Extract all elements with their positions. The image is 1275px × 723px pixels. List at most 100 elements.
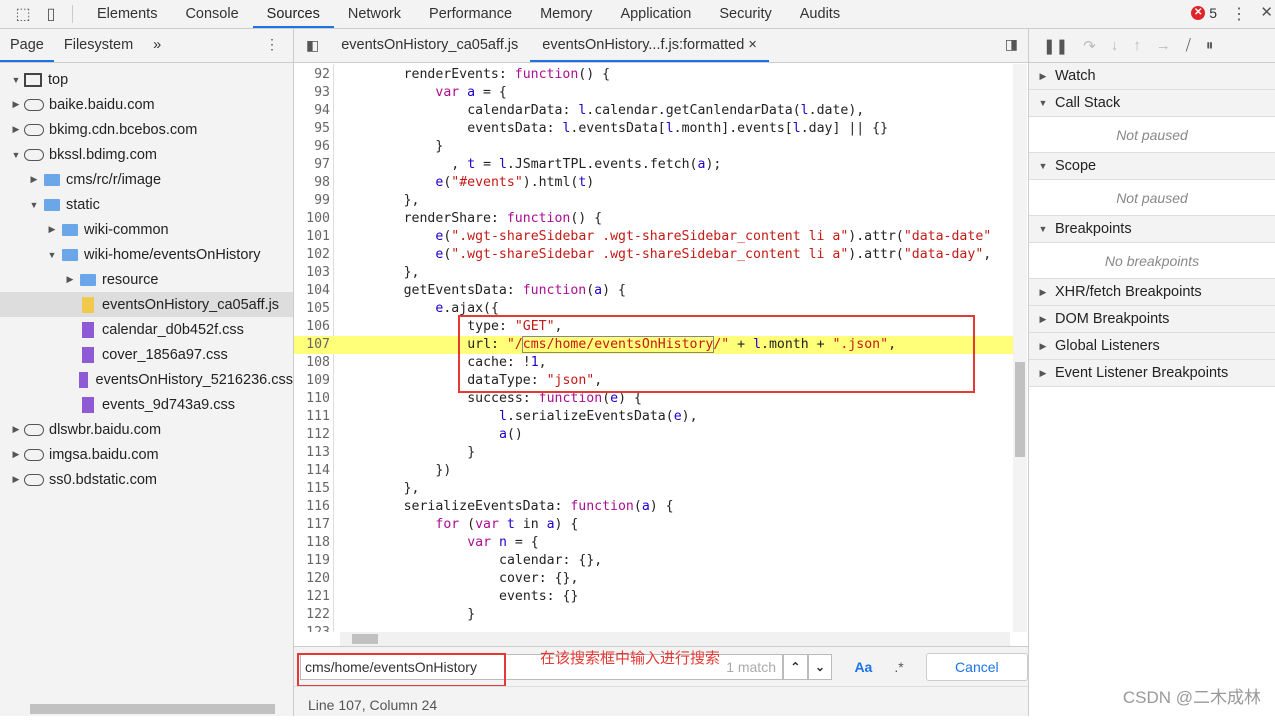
horizontal-scrollbar[interactable] <box>30 704 275 714</box>
line-number[interactable]: 111 <box>294 408 330 426</box>
collapsed-arrow-icon[interactable]: ▶ <box>10 424 22 435</box>
tree-item[interactable]: ▶ cms/rc/r/image <box>0 167 293 192</box>
tab-application[interactable]: Application <box>606 0 705 28</box>
section-global-listeners[interactable]: ▶ Global Listeners <box>1029 333 1275 360</box>
line-number[interactable]: 107 <box>294 336 330 354</box>
line-number[interactable]: 103 <box>294 264 330 282</box>
tree-item[interactable]: calendar_d0b452f.css <box>0 317 293 342</box>
step-into-icon[interactable]: ↓ <box>1111 37 1119 54</box>
tab-page[interactable]: Page <box>0 29 54 62</box>
line-number[interactable]: 123 <box>294 624 330 632</box>
navigator-menu-icon[interactable]: ⋮ <box>265 36 279 53</box>
line-number[interactable]: 105 <box>294 300 330 318</box>
scroll-thumb[interactable] <box>352 634 378 644</box>
line-number[interactable]: 98 <box>294 174 330 192</box>
tree-item[interactable]: ▼ static <box>0 192 293 217</box>
tree-item[interactable]: events_9d743a9.css <box>0 392 293 417</box>
line-number[interactable]: 110 <box>294 390 330 408</box>
next-match-button[interactable]: ⌄ <box>807 653 833 680</box>
close-icon[interactable]: ✕ <box>1260 3 1273 21</box>
tree-item[interactable]: ▶ dlswbr.baidu.com <box>0 417 293 442</box>
line-number[interactable]: 113 <box>294 444 330 462</box>
collapsed-arrow-icon[interactable]: ▶ <box>10 474 22 485</box>
line-number[interactable]: 117 <box>294 516 330 534</box>
line-number[interactable]: 93 <box>294 84 330 102</box>
tab-audits[interactable]: Audits <box>786 0 854 28</box>
line-number[interactable]: 116 <box>294 498 330 516</box>
tab-filesystem[interactable]: Filesystem <box>54 29 143 62</box>
line-number[interactable]: 108 <box>294 354 330 372</box>
line-number[interactable]: 114 <box>294 462 330 480</box>
inspect-element-icon[interactable]: ⬚ <box>12 3 34 25</box>
toggle-debugger-icon[interactable]: ◨ <box>1005 36 1018 53</box>
pause-on-exceptions-icon[interactable]: ⏸ <box>1206 37 1214 54</box>
vertical-scrollbar[interactable] <box>1013 64 1027 632</box>
close-tab-icon[interactable]: × <box>748 37 756 53</box>
section-dom-breakpoints[interactable]: ▶ DOM Breakpoints <box>1029 306 1275 333</box>
line-number[interactable]: 95 <box>294 120 330 138</box>
line-number[interactable]: 109 <box>294 372 330 390</box>
line-number[interactable]: 121 <box>294 588 330 606</box>
line-number[interactable]: 106 <box>294 318 330 336</box>
match-case-button[interactable]: Aa <box>854 659 872 675</box>
regex-button[interactable]: .* <box>894 659 903 675</box>
collapsed-arrow-icon[interactable]: ▶ <box>10 449 22 460</box>
tree-item[interactable]: ▼ bkssl.bdimg.com <box>0 142 293 167</box>
tab-elements[interactable]: Elements <box>83 0 171 28</box>
line-number[interactable]: 112 <box>294 426 330 444</box>
section-event-listener-breakpoints[interactable]: ▶ Event Listener Breakpoints <box>1029 360 1275 387</box>
tab-security[interactable]: Security <box>705 0 785 28</box>
collapsed-arrow-icon[interactable]: ▶ <box>28 174 40 185</box>
cancel-button[interactable]: Cancel <box>925 652 1029 681</box>
tree-item[interactable]: ▶ resource <box>0 267 293 292</box>
toggle-navigator-icon[interactable]: ◧ <box>306 37 319 54</box>
step-over-icon[interactable]: ↷ <box>1083 37 1096 55</box>
tab-console[interactable]: Console <box>171 0 252 28</box>
line-number[interactable]: 118 <box>294 534 330 552</box>
more-tabs-icon[interactable]: » <box>143 29 171 62</box>
editor-tab-source[interactable]: eventsOnHistory_ca05aff.js <box>329 29 530 62</box>
collapsed-arrow-icon[interactable]: ▶ <box>64 274 76 285</box>
tree-item[interactable]: ▶ wiki-common <box>0 217 293 242</box>
collapsed-arrow-icon[interactable]: ▶ <box>10 99 22 110</box>
more-options-icon[interactable]: ⋮ <box>1231 4 1247 24</box>
line-number[interactable]: 100 <box>294 210 330 228</box>
tree-item[interactable]: eventsOnHistory_ca05aff.js <box>0 292 293 317</box>
tab-memory[interactable]: Memory <box>526 0 606 28</box>
line-number[interactable]: 122 <box>294 606 330 624</box>
tree-item[interactable]: ▶ imgsa.baidu.com <box>0 442 293 467</box>
expanded-arrow-icon[interactable]: ▼ <box>46 250 58 260</box>
tree-item[interactable]: ▼ top <box>0 67 293 92</box>
scroll-thumb[interactable] <box>1015 362 1025 457</box>
section-scope[interactable]: ▼ Scope <box>1029 153 1275 180</box>
line-number[interactable]: 96 <box>294 138 330 156</box>
section-call-stack[interactable]: ▼ Call Stack <box>1029 90 1275 117</box>
expanded-arrow-icon[interactable]: ▼ <box>10 150 22 160</box>
tree-item[interactable]: cover_1856a97.css <box>0 342 293 367</box>
previous-match-button[interactable]: ⌃ <box>783 653 808 680</box>
line-number[interactable]: 97 <box>294 156 330 174</box>
line-number[interactable]: 102 <box>294 246 330 264</box>
step-out-icon[interactable]: ↑ <box>1133 37 1141 54</box>
tree-item[interactable]: ▶ ss0.bdstatic.com <box>0 467 293 492</box>
error-counter[interactable]: ✕ 5 <box>1191 5 1217 21</box>
step-icon[interactable]: → <box>1156 37 1171 54</box>
pause-icon[interactable]: ❚❚ <box>1043 37 1068 55</box>
section-breakpoints[interactable]: ▼ Breakpoints <box>1029 216 1275 243</box>
line-number[interactable]: 120 <box>294 570 330 588</box>
collapsed-arrow-icon[interactable]: ▶ <box>10 124 22 135</box>
editor-tab-formatted[interactable]: eventsOnHistory...f.js:formatted × <box>530 29 769 62</box>
expanded-arrow-icon[interactable]: ▼ <box>28 200 40 210</box>
expanded-arrow-icon[interactable]: ▼ <box>10 75 22 85</box>
line-number[interactable]: 101 <box>294 228 330 246</box>
section-watch[interactable]: ▶ Watch <box>1029 63 1275 90</box>
deactivate-breakpoints-icon[interactable]: ⧸ <box>1186 37 1191 54</box>
tab-performance[interactable]: Performance <box>415 0 526 28</box>
line-number[interactable]: 99 <box>294 192 330 210</box>
line-number[interactable]: 119 <box>294 552 330 570</box>
line-number[interactable]: 94 <box>294 102 330 120</box>
collapsed-arrow-icon[interactable]: ▶ <box>46 224 58 235</box>
line-number[interactable]: 115 <box>294 480 330 498</box>
tree-item[interactable]: ▶ baike.baidu.com <box>0 92 293 117</box>
horizontal-scrollbar[interactable] <box>340 632 1010 646</box>
